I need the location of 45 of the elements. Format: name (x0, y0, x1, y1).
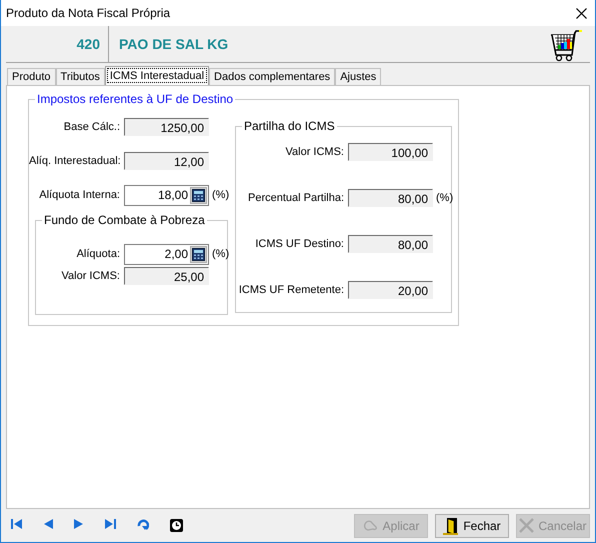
tab[interactable]: Dados complementares (209, 68, 336, 85)
tab[interactable]: ICMS Interestadual (104, 66, 210, 85)
field-label: Valor ICMS: (60, 270, 121, 282)
field-label: Alíq. Interestadual: (29, 155, 122, 167)
tab[interactable]: Ajustes (335, 68, 382, 85)
product-code: 420 (6, 26, 109, 62)
product-name: PAO DE SAL KG (118, 36, 230, 52)
shopping-cart-icon (550, 30, 582, 62)
unit-label: (%) (211, 189, 230, 201)
unit-label: (%) (435, 192, 454, 204)
input-field[interactable]: 18,00 (124, 184, 209, 206)
close-icon (576, 8, 586, 18)
input-field[interactable]: 25,00 (124, 267, 209, 285)
window-title: Produto da Nota Fiscal Própria (6, 6, 170, 20)
next-record-icon[interactable] (74, 519, 83, 529)
first-record-icon[interactable] (11, 519, 23, 529)
door-icon (443, 516, 460, 534)
input-field[interactable]: 1250,00 (124, 118, 209, 136)
last-record-icon[interactable] (104, 519, 116, 529)
input-field[interactable]: 2,00 (124, 244, 209, 264)
input-field[interactable]: 80,00 (348, 189, 433, 207)
field-label: Valor ICMS: (284, 146, 345, 158)
calculator-icon[interactable] (192, 248, 205, 260)
field-label: Base Cálc.: (62, 121, 121, 133)
input-field[interactable]: 80,00 (348, 235, 433, 253)
action-button[interactable]: Fechar (435, 514, 509, 538)
previous-record-icon[interactable] (44, 519, 53, 529)
clock-icon[interactable] (170, 519, 183, 532)
tab[interactable]: Tributos (56, 68, 105, 85)
field-label: Percentual Partilha: (247, 192, 345, 204)
tab[interactable]: Produto (7, 68, 56, 85)
field-label: Alíquota: (76, 248, 121, 260)
group-title: Fundo de Combate à Pobreza (42, 213, 207, 227)
calculator-icon[interactable] (192, 188, 205, 202)
input-field[interactable]: 20,00 (348, 281, 433, 299)
field-label: ICMS UF Destino: (254, 238, 345, 250)
refresh-icon[interactable] (137, 519, 149, 531)
cross-icon (519, 518, 534, 533)
field-label: Alíquota Interna: (38, 189, 121, 201)
input-field[interactable]: 100,00 (348, 143, 433, 161)
group-title: Partilha do ICMS (242, 119, 337, 133)
group-title: Impostos referentes à UF de Destino (35, 92, 236, 106)
input-field[interactable]: 12,00 (124, 152, 209, 170)
field-label: ICMS UF Remetente: (238, 284, 345, 296)
unit-label: (%) (211, 248, 230, 260)
